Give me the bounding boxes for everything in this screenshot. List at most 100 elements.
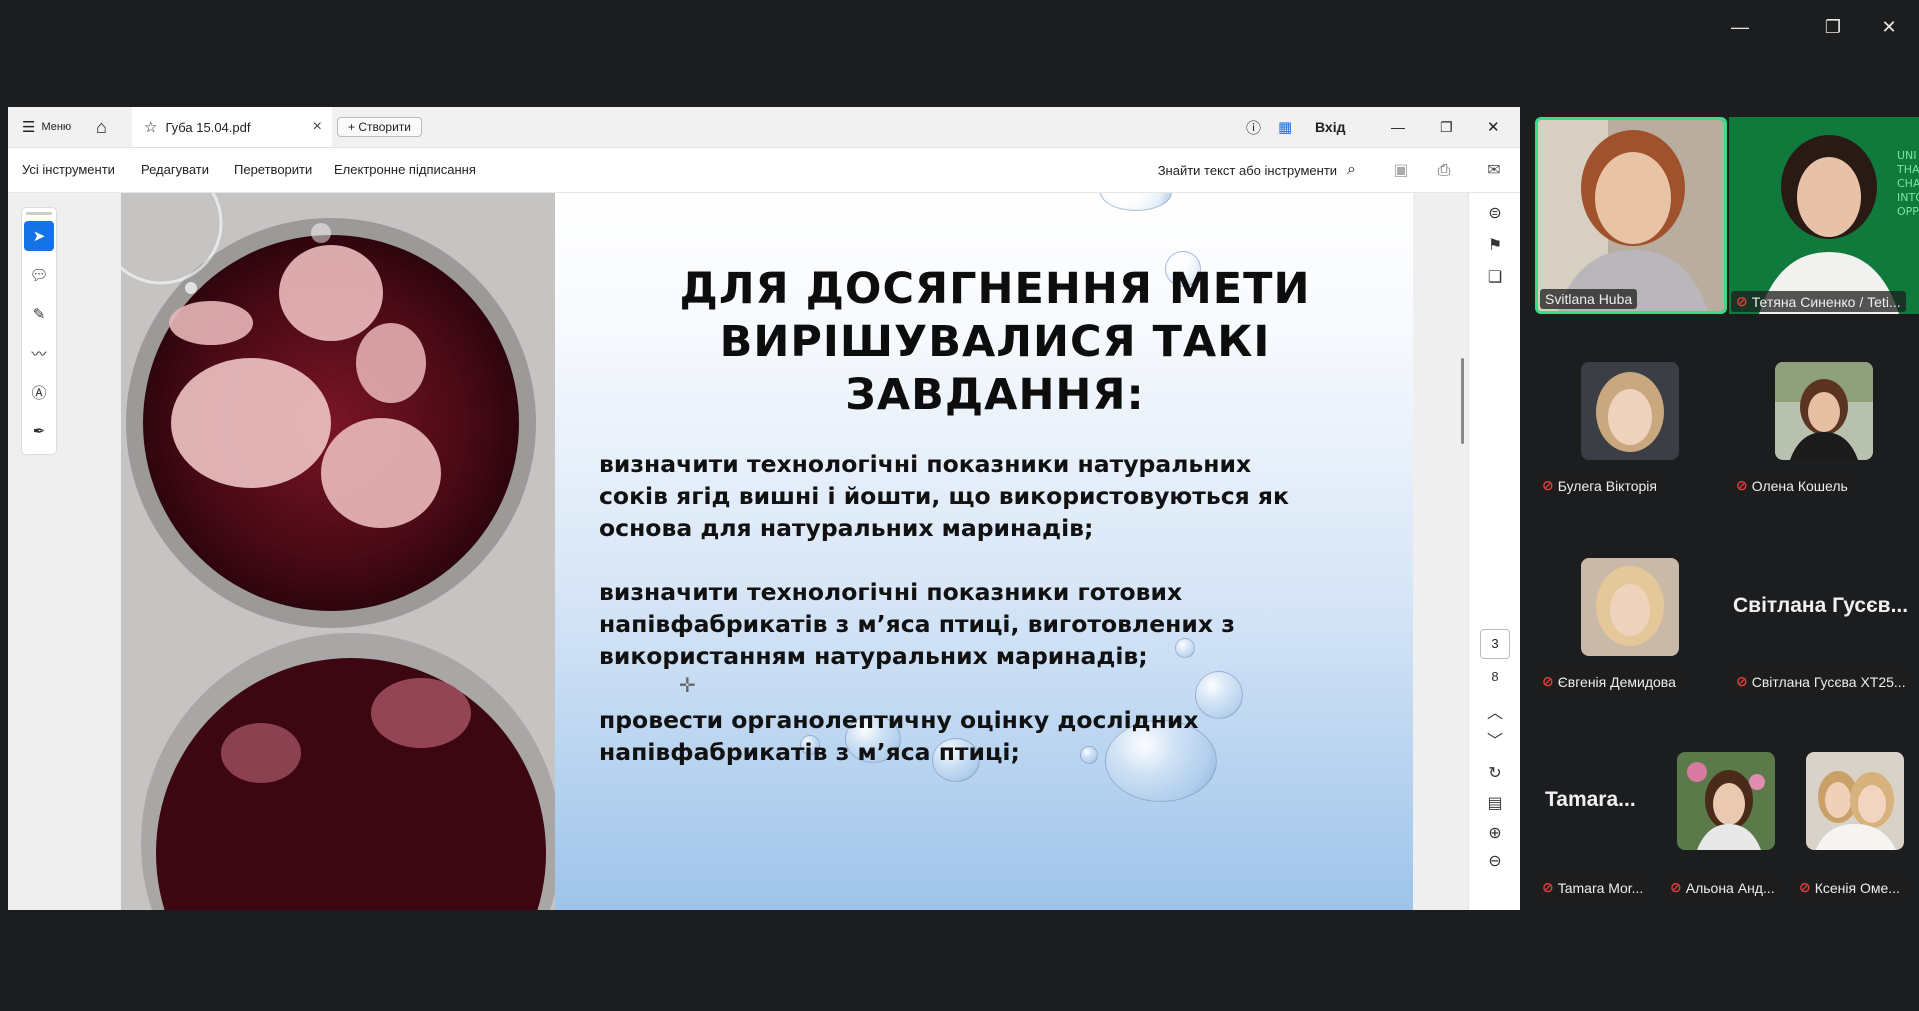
task-item: визначити технологічні показники готових… [599, 578, 1235, 670]
participant-initial-name: Tamara... [1545, 788, 1636, 811]
water-drop [1100, 193, 1172, 211]
mic-muted-icon: ⊘ [1799, 879, 1811, 895]
title-line: ЗАВДАННЯ: [845, 370, 1145, 420]
comments-panel-icon[interactable]: ⊜ [1482, 201, 1508, 227]
svg-text:INTO: INTO [1897, 191, 1919, 204]
participant-tile[interactable]: ⊘ Олена Кошель [1729, 350, 1919, 510]
svg-text:UNI: UNI [1897, 149, 1917, 162]
help-icon[interactable]: ⓘ [1246, 107, 1261, 147]
total-pages: 8 [1491, 669, 1499, 684]
avatar [1775, 362, 1873, 460]
hamburger-icon: ☰ [22, 119, 36, 136]
home-icon[interactable]: ⌂ [96, 107, 107, 147]
select-cursor-icon[interactable]: ➤ [24, 221, 54, 251]
avatar [1677, 752, 1775, 850]
previous-page-icon[interactable]: ︿ [1482, 701, 1508, 727]
mic-muted-icon: ⊘ [1736, 293, 1748, 309]
title-line: ВИРІШУВАЛИСЯ ТАКІ [719, 317, 1271, 367]
acrobat-close-button[interactable]: ✕ [1487, 107, 1500, 147]
quick-tools-panel: ➤ 💬︎ ✎ 〰 Ⓐ ✒ [21, 207, 57, 455]
text-box-icon[interactable]: Ⓐ [24, 377, 54, 407]
mic-muted-icon: ⊘ [1542, 673, 1554, 689]
participant-name: ⊘ Олена Кошель [1731, 475, 1853, 496]
participant-initial-name: Світлана Гусєв... [1733, 594, 1909, 617]
avatar [1806, 752, 1904, 850]
participant-video [1538, 120, 1724, 311]
apps-grid-icon[interactable]: ▦ [1278, 107, 1292, 147]
print-icon[interactable]: ⎙ [1433, 160, 1455, 182]
avatar [1581, 362, 1679, 460]
highlight-pen-icon[interactable]: ✎ [24, 299, 54, 329]
participant-tile[interactable]: ⊘ Альона Анд... [1663, 742, 1790, 902]
task-list: визначити технологічні показники натурал… [599, 448, 1319, 800]
participant-name: ⊘ Ксенія Оме... [1794, 877, 1905, 898]
signin-button[interactable]: Вхід [1315, 107, 1346, 147]
star-icon[interactable]: ☆ [144, 118, 157, 136]
menu-label: Меню [41, 121, 72, 133]
tools-bar: Усі інструменти Редагувати Перетворити Е… [8, 148, 1520, 193]
save-icon[interactable]: ▣ [1390, 160, 1412, 182]
vertical-scrollbar[interactable] [1461, 358, 1464, 444]
participant-tile-active[interactable]: Svitlana Huba [1535, 117, 1727, 314]
svg-text:OPP: OPP [1897, 205, 1919, 218]
participant-name: ⊘ Tamara Mor... [1537, 877, 1649, 898]
tab-title: Губа 15.04.pdf [165, 119, 251, 135]
mic-muted-icon: ⊘ [1736, 673, 1748, 689]
bookmarks-icon[interactable]: ⚑ [1482, 233, 1508, 259]
participant-tile[interactable]: ⊘ Євгенія Демидова [1535, 546, 1725, 706]
rotate-icon[interactable]: ↻ [1482, 761, 1508, 787]
participant-name: Svitlana Huba [1540, 289, 1638, 309]
marinated-meat-photo [121, 193, 555, 910]
tool-e-sign[interactable]: Електронне підписання [334, 148, 476, 192]
search-icon: ⌕ [1347, 161, 1356, 178]
next-page-icon[interactable]: ﹀ [1482, 729, 1508, 755]
minimize-button[interactable]: — [1720, 12, 1760, 42]
search-label: Знайти текст або інструменти [1157, 162, 1338, 178]
acrobat-restore-button[interactable]: ❐ [1440, 107, 1453, 147]
page-settings-icon[interactable]: ▤ [1482, 791, 1508, 817]
tab-bar: ☰ Меню ⌂ ☆ Губа 15.04.pdf × + Створити ⓘ… [8, 107, 1520, 148]
tab-close-icon[interactable]: × [313, 118, 322, 136]
mic-muted-icon: ⊘ [1670, 879, 1682, 895]
plus-icon: + [348, 120, 359, 134]
tool-all-tools[interactable]: Усі інструменти [22, 148, 115, 192]
acrobat-minimize-button[interactable]: — [1391, 107, 1405, 147]
participant-tile[interactable]: Світлана Гусєв... ⊘ Світлана Гусєва ХТ25.… [1729, 546, 1919, 706]
right-tools-rail: ⊜ ⚑ ❏ 3 8 ︿ ﹀ ↻ ▤ ⊕ ⊖ [1468, 193, 1520, 910]
zoom-in-icon[interactable]: ⊕ [1482, 821, 1508, 847]
mic-muted-icon: ⊘ [1542, 879, 1554, 895]
pages-thumbnails-icon[interactable]: ❏ [1482, 265, 1508, 291]
tool-convert[interactable]: Перетворити [234, 148, 312, 192]
participant-video: UNI THA CHA INTO OPP [1729, 117, 1919, 314]
participant-tile[interactable]: ⊘ Булега Вікторія [1535, 350, 1725, 510]
restore-button[interactable]: ❐ [1813, 12, 1853, 42]
create-button[interactable]: + Створити [337, 107, 422, 147]
task-item: провести органолептичну оцінку дослідних… [599, 706, 1199, 766]
menu-button[interactable]: ☰ Меню [22, 107, 71, 147]
task-item: визначити технологічні показники натурал… [599, 450, 1289, 542]
zoom-out-icon[interactable]: ⊖ [1482, 849, 1508, 875]
participant-name: ⊘ Тетяна Синенко / Teti... [1731, 291, 1906, 312]
email-icon[interactable]: ✉ [1483, 160, 1505, 182]
mic-muted-icon: ⊘ [1736, 477, 1748, 493]
crosshair-cursor-icon: ✛ [679, 675, 696, 697]
mic-muted-icon: ⊘ [1542, 477, 1554, 493]
tab-document[interactable]: ☆ Губа 15.04.pdf × [132, 107, 332, 147]
participant-tile[interactable]: Tamara... ⊘ Tamara Mor... [1535, 742, 1661, 902]
draw-freehand-icon[interactable]: 〰 [24, 338, 54, 368]
participant-name: ⊘ Світлана Гусєва ХТ25... [1731, 671, 1911, 692]
participant-tile[interactable]: ⊘ Ксенія Оме... [1792, 742, 1919, 902]
title-line: ДЛЯ ДОСЯГНЕННЯ МЕТИ [679, 264, 1311, 314]
comment-icon[interactable]: 💬︎ [24, 260, 54, 290]
close-window-button[interactable]: ✕ [1869, 12, 1909, 42]
search-tools[interactable]: Знайти текст або інструменти ⌕ [1158, 148, 1356, 192]
slide-title: ДЛЯ ДОСЯГНЕННЯ МЕТИ ВИРІШУВАЛИСЯ ТАКІ ЗА… [615, 263, 1375, 422]
avatar [1581, 558, 1679, 656]
participant-name: ⊘ Булега Вікторія [1537, 475, 1662, 496]
participant-name: ⊘ Євгенія Демидова [1537, 671, 1681, 692]
svg-text:THA: THA [1896, 163, 1919, 176]
participant-tile[interactable]: UNI THA CHA INTO OPP ⊘Тетяна Синенко / T… [1729, 117, 1919, 314]
tool-edit[interactable]: Редагувати [141, 148, 209, 192]
sign-icon[interactable]: ✒ [24, 416, 54, 446]
current-page-field[interactable]: 3 [1480, 629, 1510, 659]
